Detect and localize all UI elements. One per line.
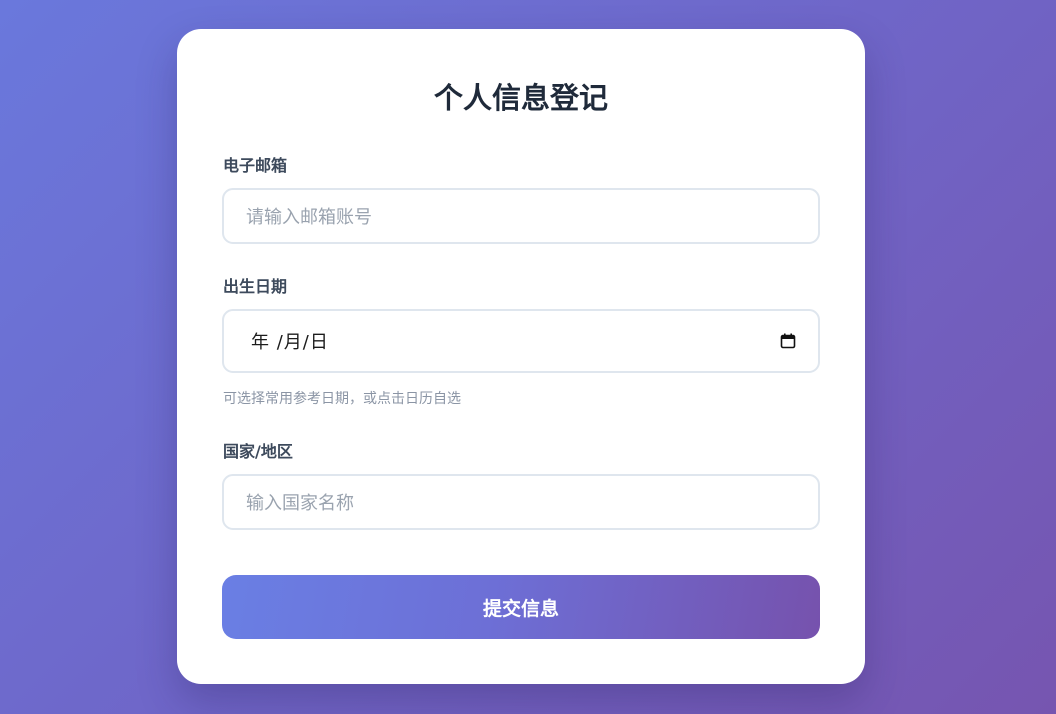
email-field[interactable]: 请输入邮箱账号 — [222, 188, 820, 244]
country-field[interactable]: 输入国家名称 — [222, 474, 820, 530]
registration-card: 个人信息登记 电子邮箱 请输入邮箱账号 出生日期 年 /月/日 可选择常用参考日… — [177, 29, 865, 684]
birthdate-label: 出生日期 — [223, 277, 288, 296]
birthdate-hint: 可选择常用参考日期，或点击日历自选 — [223, 391, 461, 407]
email-label: 电子邮箱 — [223, 156, 288, 175]
country-placeholder: 输入国家名称 — [246, 493, 354, 514]
date-value: 年 /月/日 — [251, 332, 329, 353]
submit-button[interactable]: 提交信息 — [222, 575, 820, 639]
birthdate-field[interactable]: 年 /月/日 — [222, 309, 820, 373]
country-label: 国家/地区 — [223, 442, 293, 461]
email-placeholder: 请输入邮箱账号 — [246, 207, 372, 228]
calendar-icon[interactable] — [780, 333, 796, 349]
form-title: 个人信息登记 — [433, 81, 608, 115]
